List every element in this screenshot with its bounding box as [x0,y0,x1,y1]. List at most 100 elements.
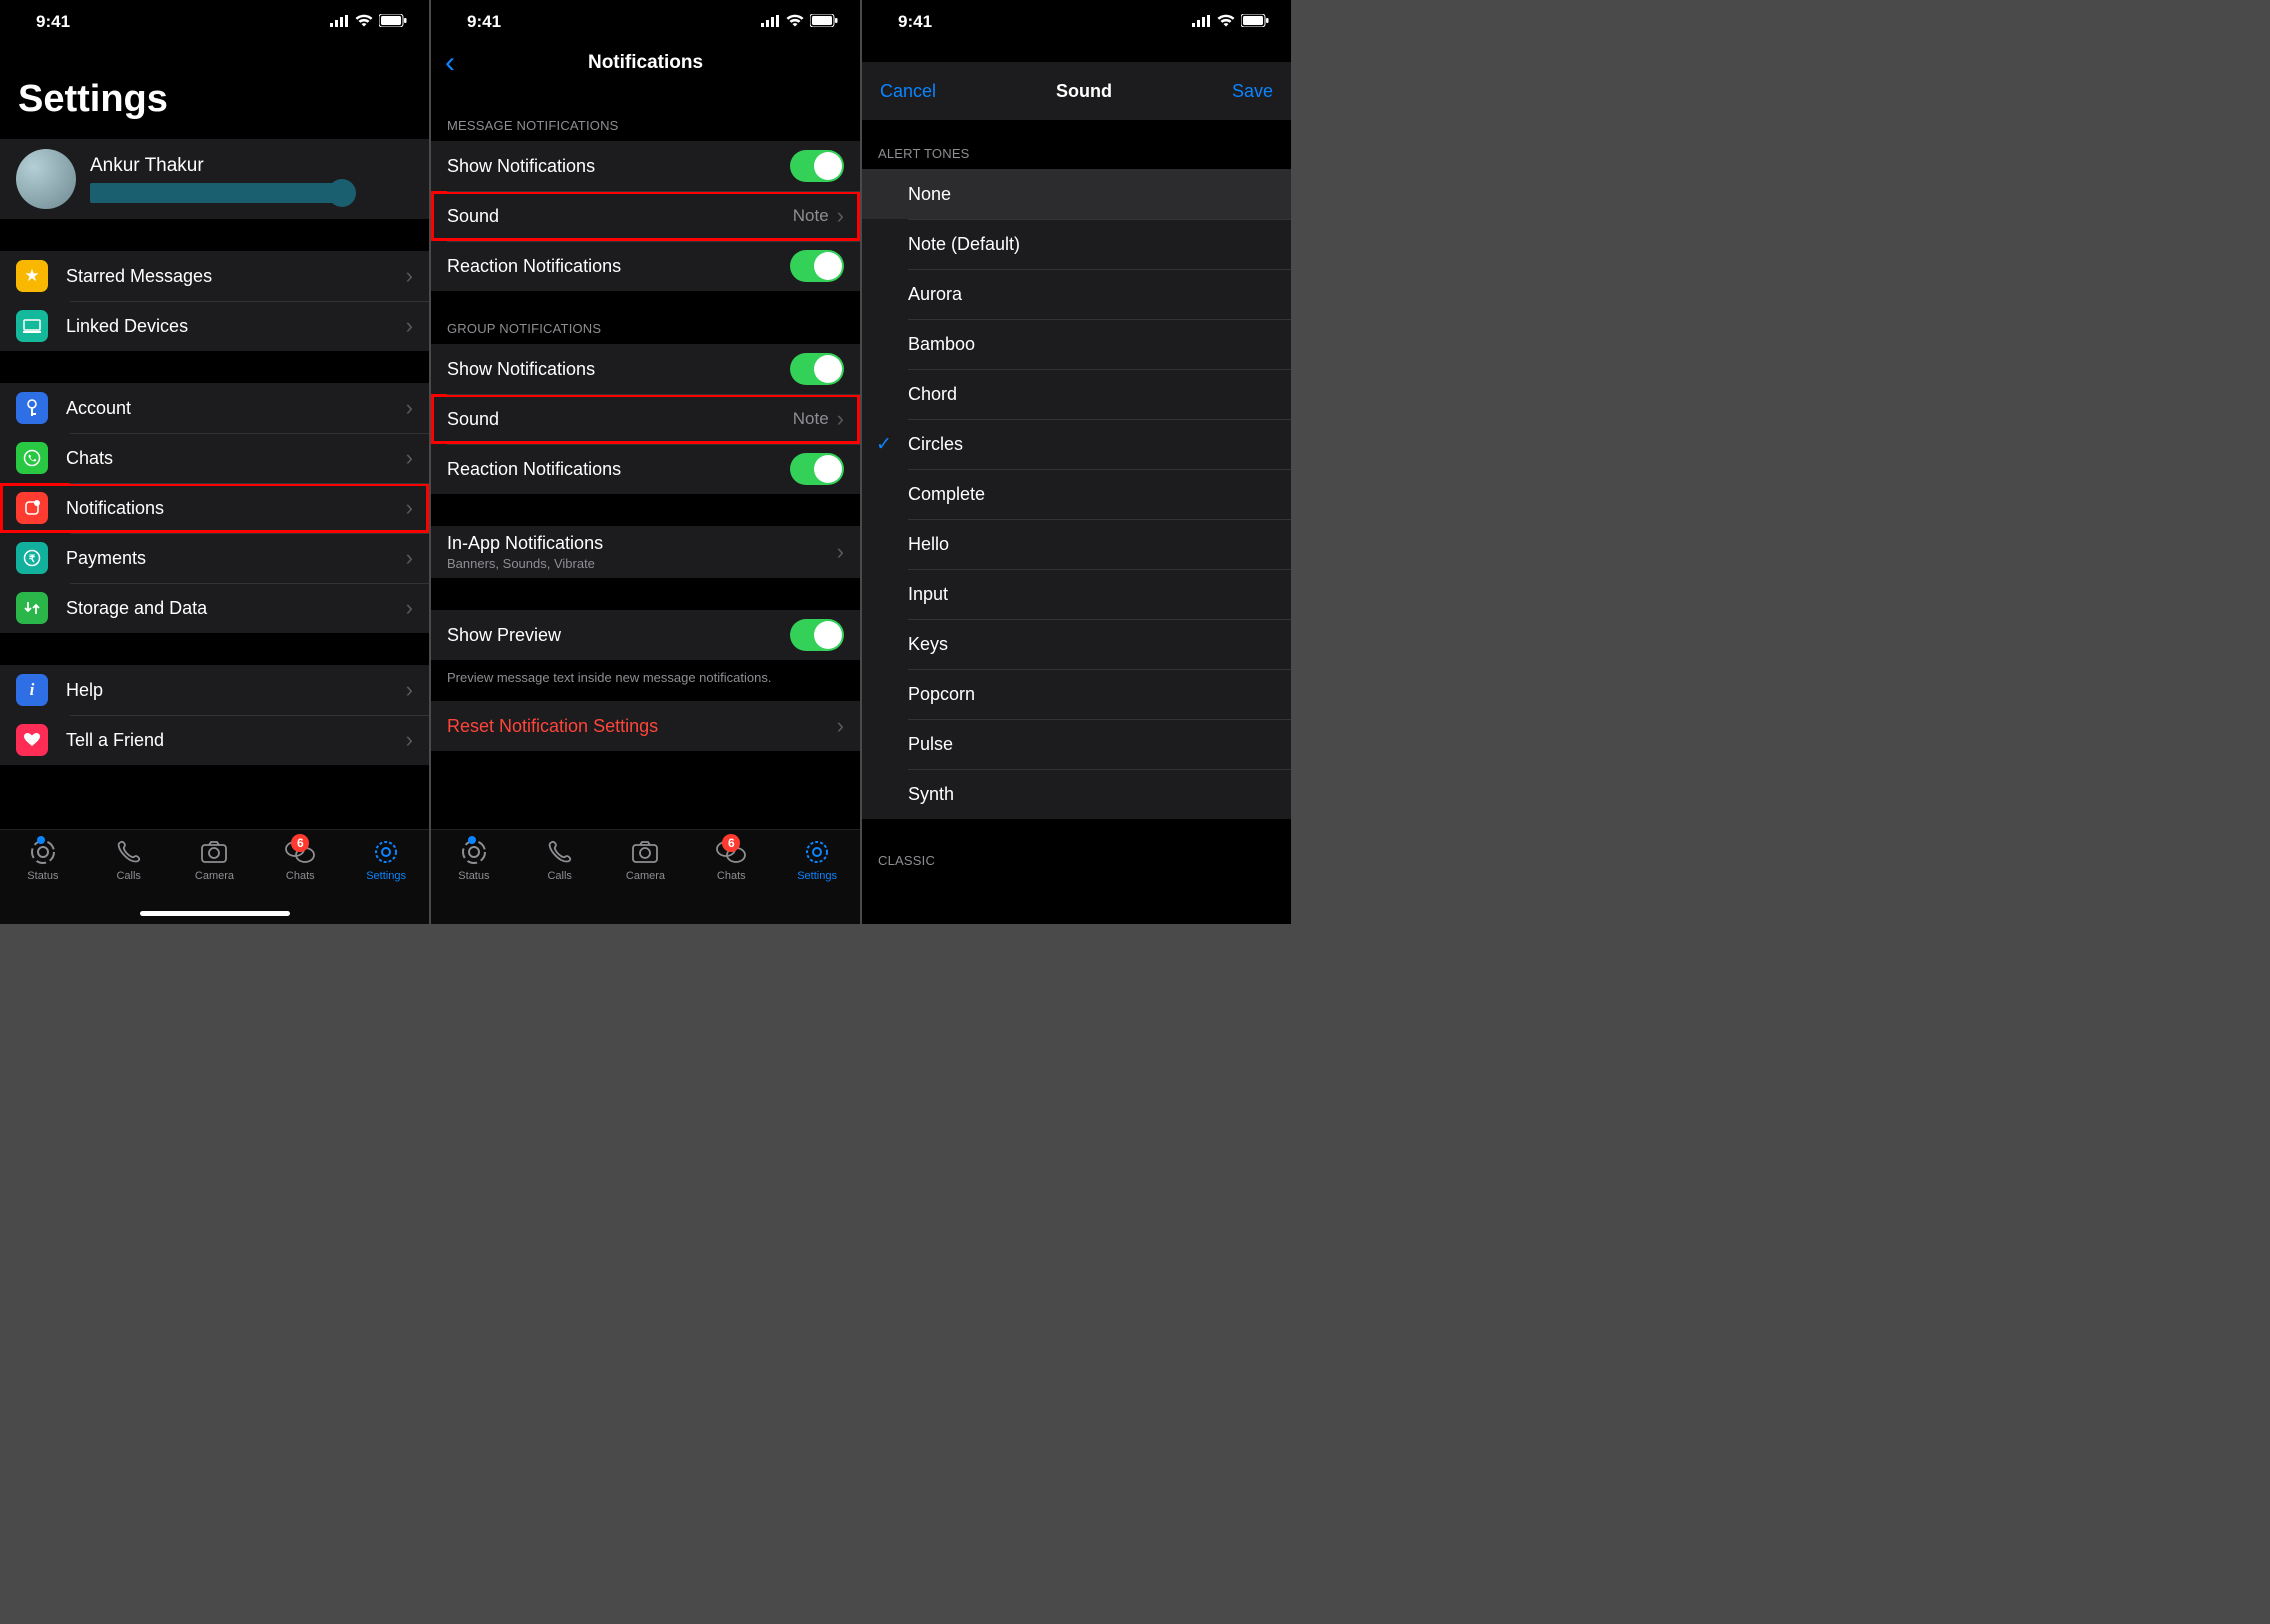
row-payments[interactable]: ₹ Payments › [0,533,429,583]
tone-row[interactable]: Complete [862,469,1291,519]
profile-status-strip [90,183,350,203]
cancel-button[interactable]: Cancel [880,81,936,102]
tone-list: None Note (Default) Aurora Bamboo Chord ✓Circ… [862,169,1291,819]
notifications-icon [16,492,48,524]
tone-row[interactable]: ✓Circles [862,419,1291,469]
tone-row[interactable]: Note (Default) [862,219,1291,269]
message-notifications-group: Show Notifications Sound Note › Reaction… [431,141,860,291]
chevron-right-icon: › [406,395,413,421]
page-title: Settings [0,38,429,139]
tab-calls[interactable]: Calls [525,838,595,924]
status-bar: 9:41 [431,0,860,38]
preview-footer: Preview message text inside new message … [431,660,860,695]
tone-row[interactable]: Chord [862,369,1291,419]
row-reset-notifications[interactable]: Reset Notification Settings › [431,701,860,751]
row-inapp[interactable]: In-App Notifications Banners, Sounds, Vi… [431,526,860,578]
status-bar: 9:41 [0,0,429,38]
tone-label: Chord [908,384,957,405]
tab-settings[interactable]: Settings [351,838,421,924]
row-label: Show Notifications [447,359,790,380]
row-storage-data[interactable]: Storage and Data › [0,583,429,633]
save-button[interactable]: Save [1232,81,1273,102]
info-icon: i [16,674,48,706]
row-notifications[interactable]: Notifications › [0,483,429,533]
tab-label: Settings [797,870,837,882]
row-show-preview[interactable]: Show Preview [431,610,860,660]
rupee-icon: ₹ [16,542,48,574]
toggle-on-icon[interactable] [790,353,844,385]
tone-label: Popcorn [908,684,975,705]
tab-settings[interactable]: Settings [782,838,852,924]
tab-chats[interactable]: 6 Chats [696,838,766,924]
group-header-message: MESSAGE NOTIFICATIONS [431,88,860,141]
group-notifications-group: Show Notifications Sound Note › Reaction… [431,344,860,494]
tone-row[interactable]: Bamboo [862,319,1291,369]
tone-row[interactable]: Hello [862,519,1291,569]
row-label: Help [66,680,406,701]
tone-row[interactable]: Synth [862,769,1291,819]
row-starred-messages[interactable]: ★ Starred Messages › [0,251,429,301]
svg-text:₹: ₹ [29,554,36,565]
toggle-on-icon[interactable] [790,150,844,182]
tone-row[interactable]: None [862,169,1291,219]
home-indicator[interactable] [140,911,290,916]
tone-row[interactable]: Pulse [862,719,1291,769]
tab-label: Camera [626,870,665,882]
tone-row[interactable]: Popcorn [862,669,1291,719]
new-dot-icon [468,836,476,844]
row-label: Tell a Friend [66,730,406,751]
row-label: Reaction Notifications [447,256,790,277]
detail-value: Note [793,409,829,429]
tone-label: Aurora [908,284,962,305]
status-bar: 9:41 [862,0,1291,38]
chevron-right-icon: › [406,595,413,621]
wifi-icon [1217,12,1235,32]
tone-label: Circles [908,434,963,455]
tab-label: Camera [195,870,234,882]
chevron-right-icon: › [837,203,844,229]
row-show-notifications-grp[interactable]: Show Notifications [431,344,860,394]
row-linked-devices[interactable]: Linked Devices › [0,301,429,351]
profile-name: Ankur Thakur [90,155,413,177]
row-help[interactable]: i Help › [0,665,429,715]
signal-icon [330,12,349,32]
row-label: Reset Notification Settings [447,716,837,737]
toggle-on-icon[interactable] [790,250,844,282]
row-show-notifications-msg[interactable]: Show Notifications [431,141,860,191]
tone-label: Synth [908,784,954,805]
tab-label: Status [27,870,58,882]
screen-settings: 9:41 Settings Ankur Thakur ★ Starred Mes… [0,0,429,924]
settings-group-1: ★ Starred Messages › Linked Devices › [0,251,429,351]
tone-row[interactable]: Input [862,569,1291,619]
row-tell-a-friend[interactable]: Tell a Friend › [0,715,429,765]
avatar [16,149,76,209]
row-reaction-msg[interactable]: Reaction Notifications [431,241,860,291]
star-icon: ★ [16,260,48,292]
row-sound-grp[interactable]: Sound Note › [431,394,860,444]
whatsapp-icon [16,442,48,474]
screen-sound-picker: 9:41 Cancel Sound Save ALERT TONES NoneN… [862,0,1291,924]
row-sublabel: Banners, Sounds, Vibrate [447,556,837,571]
tone-label: Note (Default) [908,234,1020,255]
tab-camera[interactable]: Camera [610,838,680,924]
row-account[interactable]: Account › [0,383,429,433]
row-reaction-grp[interactable]: Reaction Notifications [431,444,860,494]
settings-group-2: Account › Chats › Notifications › ₹ Paym… [0,383,429,633]
clock: 9:41 [36,12,70,32]
tone-row[interactable]: Keys [862,619,1291,669]
new-dot-icon [37,836,45,844]
wifi-icon [786,12,804,32]
tab-label: Chats [717,870,746,882]
tab-status[interactable]: Status [439,838,509,924]
status-icons [1192,12,1269,32]
battery-icon [379,12,407,32]
toggle-on-icon[interactable] [790,619,844,651]
row-sound-msg[interactable]: Sound Note › [431,191,860,241]
row-chats[interactable]: Chats › [0,433,429,483]
tone-label: Hello [908,534,949,555]
profile-row[interactable]: Ankur Thakur [0,139,429,219]
tab-status[interactable]: Status [8,838,78,924]
preview-group: Show Preview [431,610,860,660]
toggle-on-icon[interactable] [790,453,844,485]
tone-row[interactable]: Aurora [862,269,1291,319]
